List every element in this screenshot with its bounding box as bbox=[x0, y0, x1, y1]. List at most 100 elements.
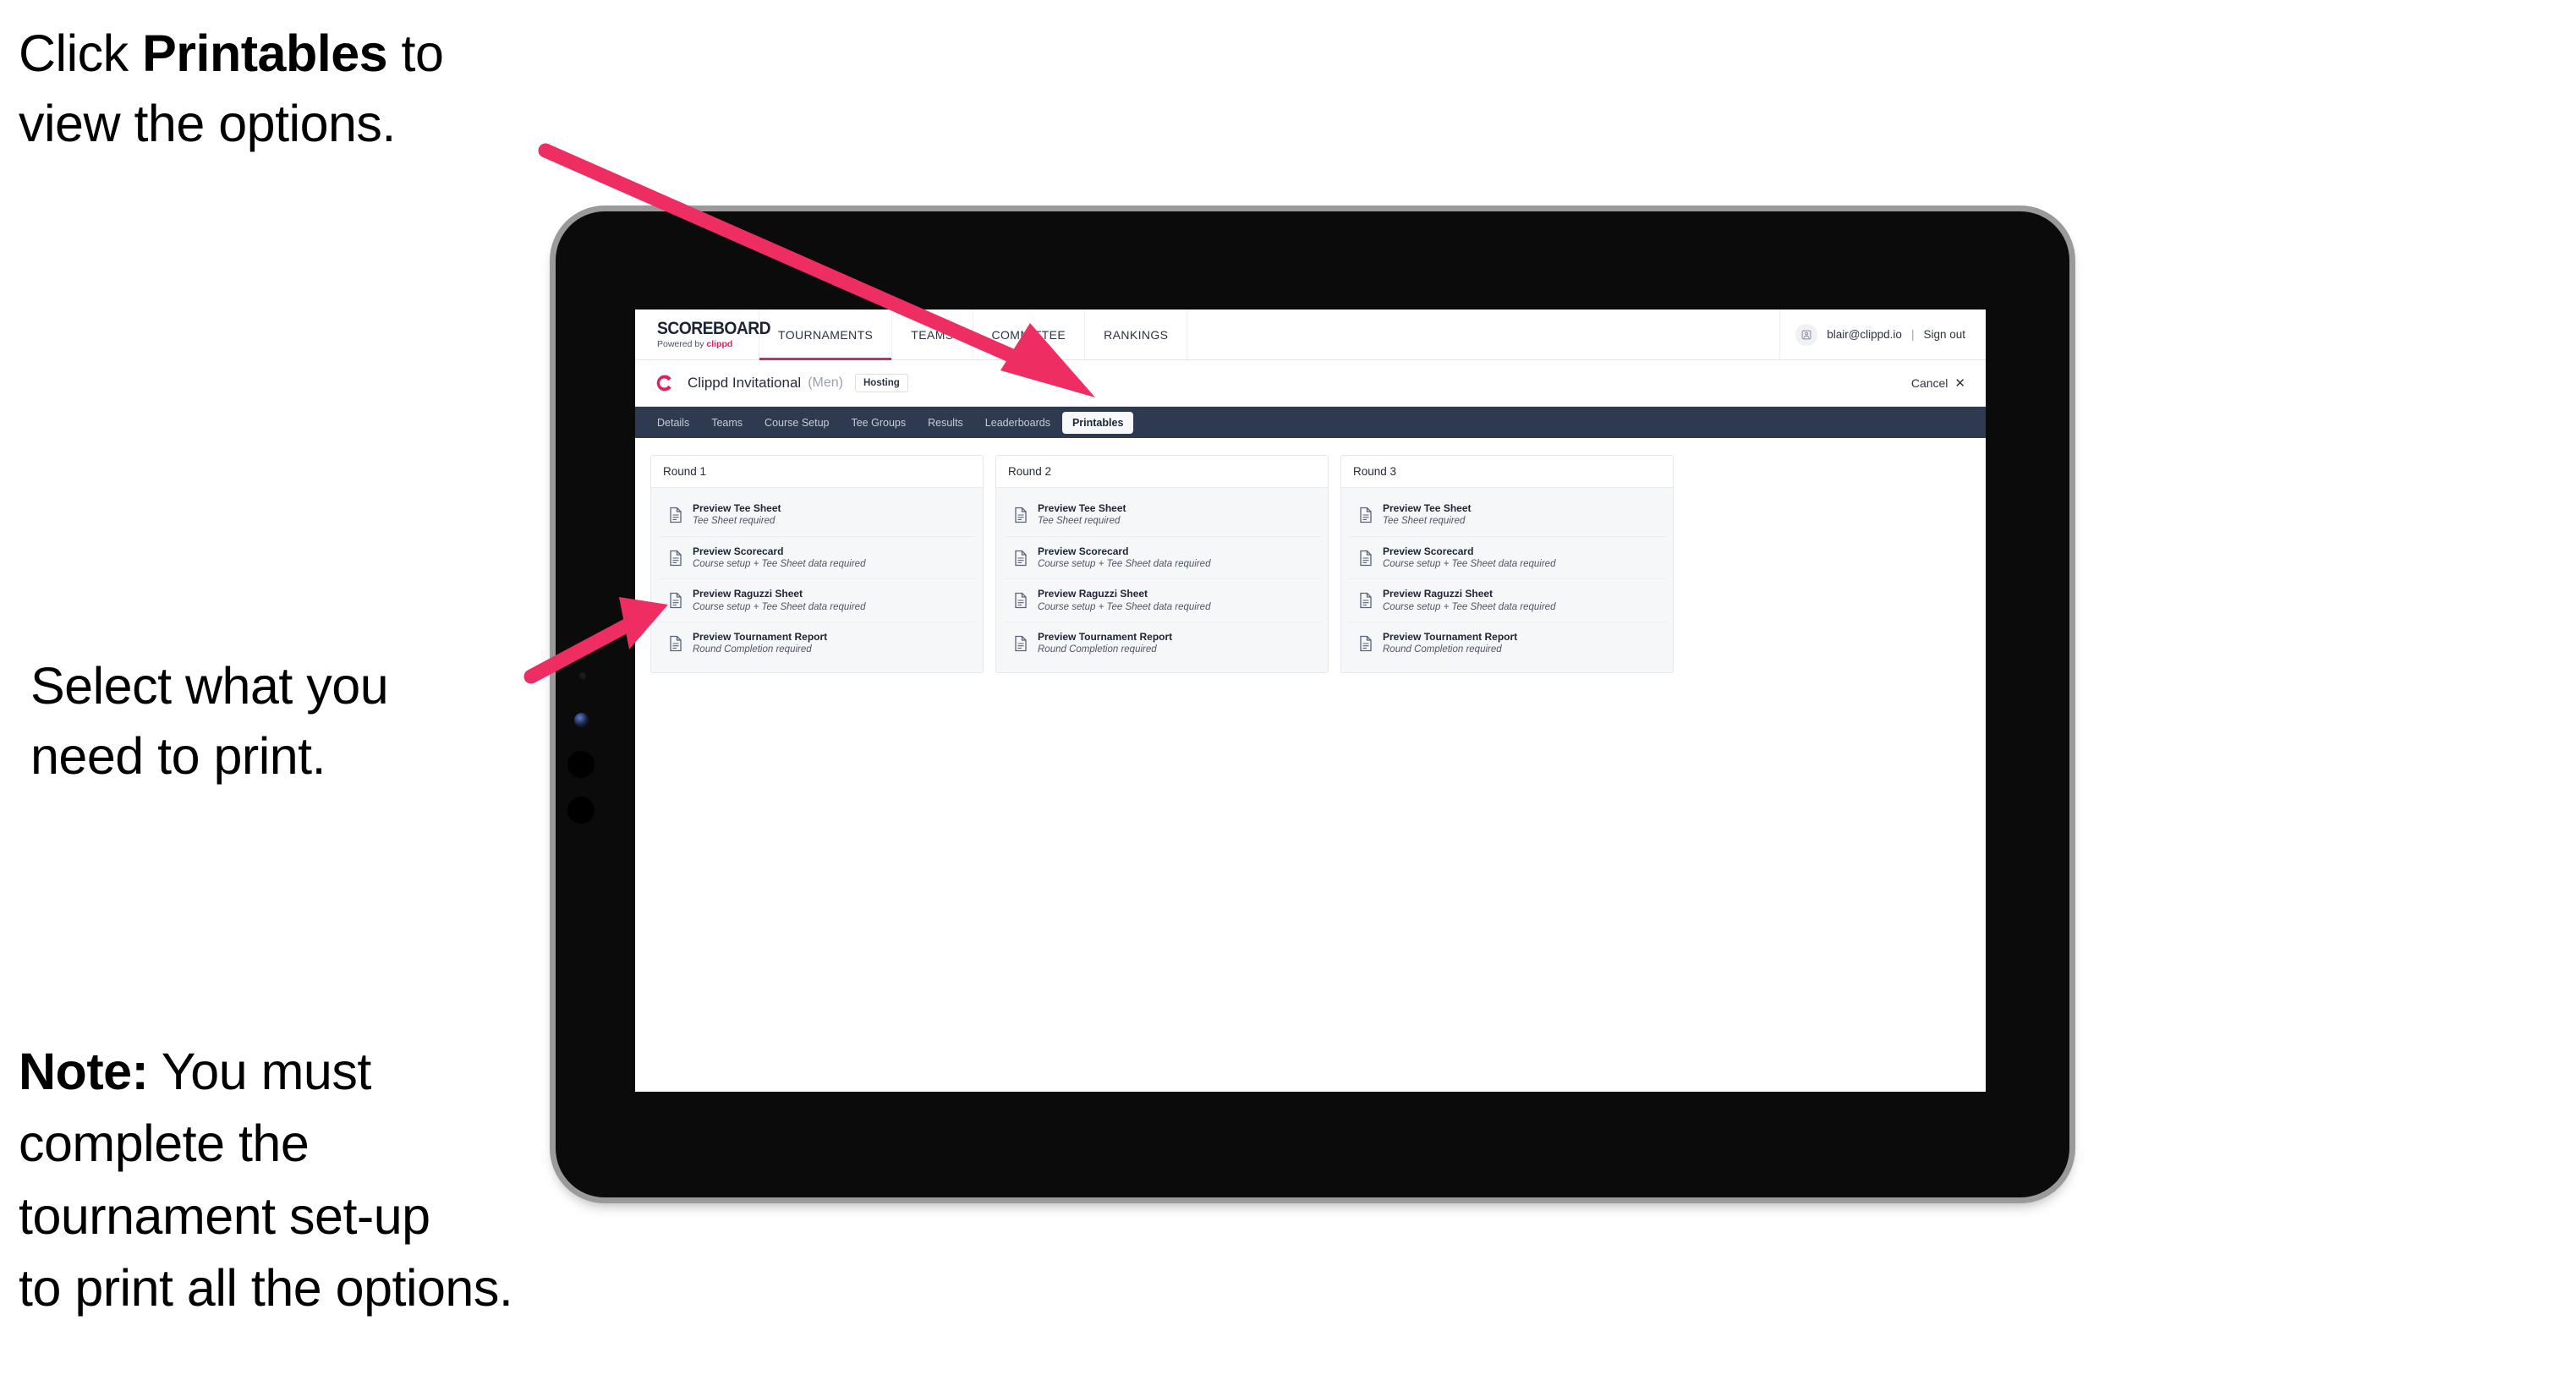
printable-title: Preview Tee Sheet bbox=[693, 502, 781, 514]
round-title: Round 3 bbox=[1341, 456, 1673, 488]
document-icon bbox=[668, 550, 683, 567]
printable-requirement: Course setup + Tee Sheet data required bbox=[1038, 601, 1211, 612]
printable-requirement: Round Completion required bbox=[1383, 644, 1502, 655]
document-icon bbox=[1358, 635, 1373, 652]
tab-tee-groups[interactable]: Tee Groups bbox=[841, 412, 916, 434]
topnav-item-tournaments[interactable]: TOURNAMENTS bbox=[759, 310, 893, 360]
printable-item-tee-sheet[interactable]: Preview Tee Sheet Tee Sheet required bbox=[1348, 494, 1666, 537]
printable-item-tee-sheet[interactable]: Preview Tee Sheet Tee Sheet required bbox=[658, 494, 976, 537]
printable-item-tee-sheet[interactable]: Preview Tee Sheet Tee Sheet required bbox=[1003, 494, 1321, 537]
printable-title: Preview Raguzzi Sheet bbox=[1383, 588, 1494, 600]
printable-title: Preview Raguzzi Sheet bbox=[693, 588, 803, 600]
printable-item-raguzzi-sheet[interactable]: Preview Raguzzi Sheet Course setup + Tee … bbox=[658, 579, 976, 623]
printable-item-tournament-report[interactable]: Preview Tournament Report Round Completio… bbox=[1003, 622, 1321, 665]
user-avatar-icon[interactable] bbox=[1795, 323, 1818, 346]
annotation-1-text-a: Click bbox=[19, 25, 143, 82]
document-icon bbox=[668, 507, 683, 523]
printable-requirement: Tee Sheet required bbox=[1383, 516, 1466, 527]
printable-requirement: Round Completion required bbox=[1038, 644, 1157, 655]
cancel-button[interactable]: Cancel ✕ bbox=[1911, 376, 1965, 390]
tournament-subtab-bar: Details Teams Course Setup Tee Groups Re… bbox=[635, 407, 1986, 438]
round-items-list: Preview Tee Sheet Tee Sheet required Prev… bbox=[996, 488, 1328, 672]
logo-subtitle: Powered by clippd bbox=[657, 340, 759, 349]
printable-requirement: Tee Sheet required bbox=[693, 516, 776, 527]
tab-teams[interactable]: Teams bbox=[701, 412, 753, 434]
printable-requirement: Course setup + Tee Sheet data required bbox=[693, 558, 866, 569]
tab-label-leaderboards: Leaderboards bbox=[984, 416, 1050, 429]
printables-rounds-container: Round 1 Preview Tee Sheet Tee Sheet requi… bbox=[635, 438, 1986, 673]
printable-title: Preview Tournament Report bbox=[1383, 631, 1518, 644]
tournament-header-bar: Clippd Invitational (Men) Hosting Cancel… bbox=[635, 360, 1986, 407]
document-icon bbox=[668, 635, 683, 652]
topnav-label-tournaments: TOURNAMENTS bbox=[778, 327, 874, 342]
topnav-item-teams[interactable]: TEAMS bbox=[892, 310, 973, 359]
round-title: Round 2 bbox=[996, 456, 1328, 488]
tab-course-setup[interactable]: Course Setup bbox=[754, 412, 839, 434]
printable-requirement: Course setup + Tee Sheet data required bbox=[1383, 558, 1556, 569]
tab-leaderboards[interactable]: Leaderboards bbox=[975, 412, 1061, 434]
topnav-spacer bbox=[1187, 310, 1781, 359]
tab-label-course-setup: Course Setup bbox=[765, 416, 830, 429]
printable-item-scorecard[interactable]: Preview Scorecard Course setup + Tee Shee… bbox=[658, 536, 976, 580]
printable-requirement: Course setup + Tee Sheet data required bbox=[693, 601, 866, 612]
printable-item-raguzzi-sheet[interactable]: Preview Raguzzi Sheet Course setup + Tee … bbox=[1003, 579, 1321, 623]
topnav-label-rankings: RANKINGS bbox=[1104, 327, 1169, 342]
scoreboard-logo[interactable]: SCOREBOARD Powered by clippd bbox=[635, 310, 771, 359]
tournament-name: Clippd Invitational bbox=[688, 375, 802, 391]
annotation-1-bold: Printables bbox=[142, 25, 388, 82]
topnav-item-rankings[interactable]: RANKINGS bbox=[1085, 310, 1188, 359]
printable-requirement: Course setup + Tee Sheet data required bbox=[1383, 601, 1556, 612]
document-icon bbox=[1358, 592, 1373, 609]
document-icon bbox=[1358, 507, 1373, 523]
document-icon bbox=[1013, 635, 1028, 652]
topnav-item-committee[interactable]: COMMITTEE bbox=[973, 310, 1086, 359]
status-badge-hosting: Hosting bbox=[854, 374, 908, 392]
sign-out-link[interactable]: Sign out bbox=[1923, 328, 1965, 341]
printable-title: Preview Scorecard bbox=[1038, 545, 1129, 557]
printable-title: Preview Scorecard bbox=[693, 545, 784, 557]
round-title: Round 1 bbox=[651, 456, 983, 488]
document-icon bbox=[1358, 550, 1373, 567]
user-account-area: blair@clippd.io | Sign out bbox=[1780, 310, 1986, 359]
tab-details[interactable]: Details bbox=[647, 412, 699, 434]
printable-requirement: Tee Sheet required bbox=[1038, 516, 1121, 527]
tab-label-tee-groups: Tee Groups bbox=[851, 416, 907, 429]
device-button-lower[interactable] bbox=[567, 797, 595, 824]
tab-label-printables: Printables bbox=[1072, 416, 1124, 429]
round-column: Round 2 Preview Tee Sheet Tee Sheet requi… bbox=[995, 455, 1329, 673]
device-button-upper[interactable] bbox=[567, 751, 595, 778]
user-email: blair@clippd.io bbox=[1827, 328, 1902, 341]
printable-item-scorecard[interactable]: Preview Scorecard Course setup + Tee Shee… bbox=[1003, 536, 1321, 580]
printable-title: Preview Tee Sheet bbox=[1038, 502, 1126, 514]
logo-wordmark: SCOREBOARD bbox=[657, 319, 771, 339]
annotation-click-printables: Click Printables to view the options. bbox=[19, 19, 577, 159]
document-icon bbox=[1013, 550, 1028, 567]
tournament-gender: (Men) bbox=[808, 375, 843, 390]
sensor-dot-icon bbox=[579, 672, 586, 679]
top-navigation-bar: SCOREBOARD Powered by clippd TOURNAMENTS… bbox=[635, 310, 1986, 360]
printable-item-raguzzi-sheet[interactable]: Preview Raguzzi Sheet Course setup + Tee … bbox=[1348, 579, 1666, 623]
printable-item-tournament-report[interactable]: Preview Tournament Report Round Completio… bbox=[658, 622, 976, 665]
round-items-list: Preview Tee Sheet Tee Sheet required Prev… bbox=[651, 488, 983, 672]
printable-item-scorecard[interactable]: Preview Scorecard Course setup + Tee Shee… bbox=[1348, 536, 1666, 580]
round-items-list: Preview Tee Sheet Tee Sheet required Prev… bbox=[1341, 488, 1673, 672]
topnav-label-committee: COMMITTEE bbox=[991, 327, 1066, 342]
printable-title: Preview Tee Sheet bbox=[1383, 502, 1472, 514]
topnav-label-teams: TEAMS bbox=[911, 327, 954, 342]
clippd-logo-icon bbox=[654, 372, 676, 394]
tab-printables[interactable]: Printables bbox=[1061, 411, 1134, 434]
document-icon bbox=[1013, 507, 1028, 523]
round-column: Round 1 Preview Tee Sheet Tee Sheet requi… bbox=[650, 455, 984, 673]
logo-powered-by: Powered by bbox=[657, 339, 707, 350]
round-column: Round 3 Preview Tee Sheet Tee Sheet requi… bbox=[1340, 455, 1674, 673]
printable-item-tournament-report[interactable]: Preview Tournament Report Round Completio… bbox=[1348, 622, 1666, 665]
printable-title: Preview Scorecard bbox=[1383, 545, 1474, 557]
tab-results[interactable]: Results bbox=[918, 412, 973, 434]
logo-brand-clippd: clippd bbox=[706, 339, 733, 350]
tab-label-teams: Teams bbox=[711, 416, 743, 429]
printable-title: Preview Raguzzi Sheet bbox=[1038, 588, 1148, 600]
printable-requirement: Round Completion required bbox=[693, 644, 812, 655]
document-icon bbox=[1013, 592, 1028, 609]
close-icon: ✕ bbox=[1954, 375, 1965, 391]
printable-title: Preview Tournament Report bbox=[1038, 631, 1173, 644]
